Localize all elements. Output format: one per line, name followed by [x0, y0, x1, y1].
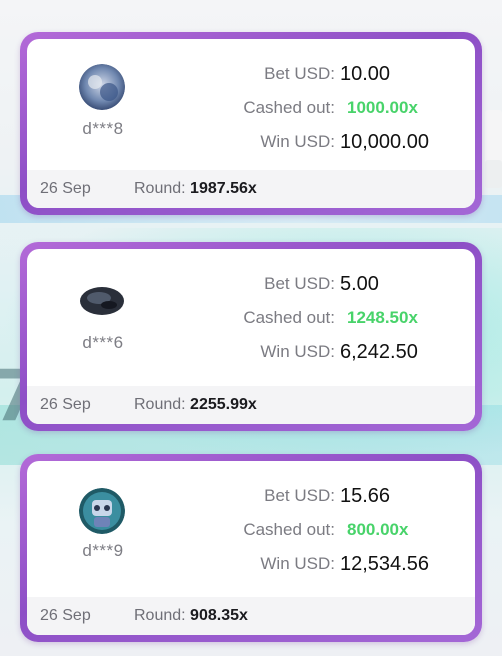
win-value: 12,534.56: [340, 553, 429, 575]
big-win-card[interactable]: d***8 Bet USD: 10.00 Cashed out: 1000.00…: [20, 32, 482, 215]
card-body: d***9 Bet USD: 15.66 Cashed out: 800.00x…: [27, 461, 475, 635]
username: d***6: [82, 333, 124, 352]
cashed-out-label: Cashed out:: [243, 98, 335, 117]
big-win-card[interactable]: d***6 Bet USD: 5.00 Cashed out: 1248.50x…: [20, 242, 482, 431]
username: d***9: [82, 541, 124, 560]
round-value: 2255.99x: [190, 396, 257, 413]
cashed-out-row: Cashed out: 1000.00x: [157, 95, 467, 121]
win-row: Win USD: 10,000.00: [157, 129, 467, 155]
username: d***8: [82, 119, 124, 138]
card-footer: 26 Sep Round: 908.35x: [27, 597, 475, 635]
cashed-out-label: Cashed out:: [243, 520, 335, 539]
bet-value: 15.66: [340, 485, 391, 507]
win-label: Win USD:: [260, 132, 335, 151]
background-panel: [485, 160, 502, 188]
bet-label: Bet USD:: [264, 486, 335, 505]
big-win-card[interactable]: d***9 Bet USD: 15.66 Cashed out: 800.00x…: [20, 454, 482, 642]
win-row: Win USD: 12,534.56: [157, 551, 467, 577]
round-label: Round:: [134, 607, 186, 624]
cashed-out-row: Cashed out: 800.00x: [157, 517, 467, 543]
cashed-out-label: Cashed out:: [243, 308, 335, 327]
round-value: 1987.56x: [190, 180, 257, 197]
card-body: d***6 Bet USD: 5.00 Cashed out: 1248.50x…: [27, 249, 475, 424]
bet-row: Bet USD: 5.00: [157, 271, 467, 297]
win-row: Win USD: 6,242.50: [157, 339, 467, 365]
round-info: Round: 1987.56x: [134, 170, 257, 208]
round-info: Round: 908.35x: [134, 597, 248, 635]
bet-row: Bet USD: 10.00: [157, 61, 467, 87]
card-footer: 26 Sep Round: 2255.99x: [27, 386, 475, 424]
bet-value: 10.00: [340, 63, 391, 85]
win-label: Win USD:: [260, 342, 335, 361]
win-value: 6,242.50: [340, 341, 418, 363]
date-label: 26 Sep: [40, 396, 91, 413]
round-info: Round: 2255.99x: [134, 386, 257, 424]
cashed-out-value: 800.00x: [347, 520, 409, 539]
date-label: 26 Sep: [40, 180, 91, 197]
win-value: 10,000.00: [340, 131, 429, 153]
card-footer: 26 Sep Round: 1987.56x: [27, 170, 475, 208]
win-label: Win USD:: [260, 554, 335, 573]
cashed-out-value: 1248.50x: [347, 308, 418, 327]
cashed-out-row: Cashed out: 1248.50x: [157, 305, 467, 331]
avatar-icon: [79, 64, 125, 110]
cashed-out-value: 1000.00x: [347, 98, 418, 117]
round-label: Round:: [134, 396, 186, 413]
round-label: Round:: [134, 180, 186, 197]
card-body: d***8 Bet USD: 10.00 Cashed out: 1000.00…: [27, 39, 475, 208]
bet-label: Bet USD:: [264, 64, 335, 83]
bet-row: Bet USD: 15.66: [157, 483, 467, 509]
bet-value: 5.00: [340, 273, 379, 295]
round-value: 908.35x: [190, 607, 248, 624]
date-label: 26 Sep: [40, 607, 91, 624]
bet-label: Bet USD:: [264, 274, 335, 293]
avatar-icon: [79, 488, 125, 534]
avatar-icon: [79, 279, 125, 325]
